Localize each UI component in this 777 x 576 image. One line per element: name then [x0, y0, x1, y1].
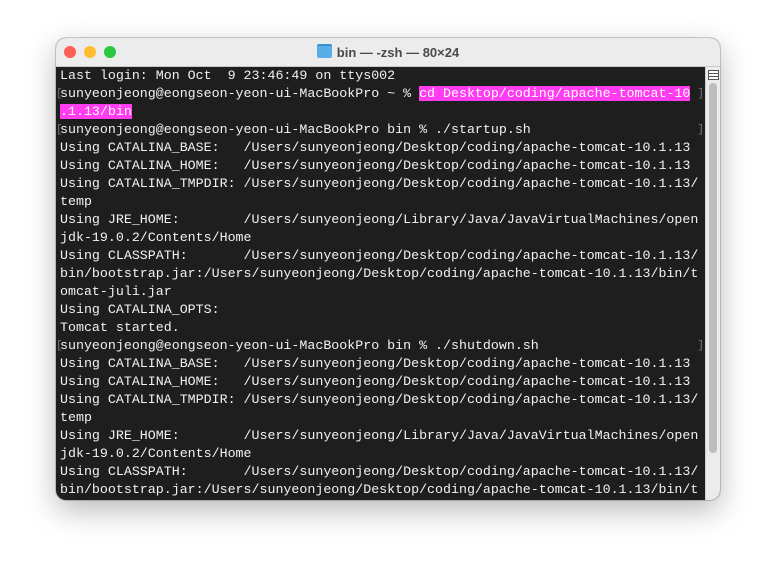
output-line: omcat-juli.jar	[60, 283, 710, 301]
line-text: sunyeonjeong@eongseon-yeon-ui-MacBookPro…	[60, 122, 531, 137]
output-line: jdk-19.0.2/Contents/Home	[60, 229, 710, 247]
output-line: temp	[60, 193, 710, 211]
line-text: Using CATALINA_TMPDIR: /Users/sunyeonjeo…	[60, 392, 699, 407]
output-line: jdk-19.0.2/Contents/Home	[60, 445, 710, 463]
line-text: Using CATALINA_TMPDIR: /Users/sunyeonjeo…	[60, 176, 699, 191]
line-text: Using CATALINA_BASE: /Users/sunyeonjeong…	[60, 140, 691, 155]
line-text: Using CATALINA_HOME: /Users/sunyeonjeong…	[60, 374, 691, 389]
prompt-line: sunyeonjeong@eongseon-yeon-ui-MacBookPro…	[56, 85, 710, 103]
output-line: Using JRE_HOME: /Users/sunyeonjeong/Libr…	[60, 211, 710, 229]
line-text: jdk-19.0.2/Contents/Home	[60, 446, 252, 461]
line-text: Using CATALINA_OPTS:	[60, 302, 220, 317]
line-text: Using CATALINA_HOME: /Users/sunyeonjeong…	[60, 158, 691, 173]
line-text: bin/bootstrap.jar:/Users/sunyeonjeong/De…	[60, 266, 699, 281]
output-line: bin/bootstrap.jar:/Users/sunyeonjeong/De…	[60, 481, 710, 499]
output-line: Last login: Mon Oct 9 23:46:49 on ttys00…	[60, 67, 710, 85]
output-line: temp	[60, 409, 710, 427]
line-text: Using CATALINA_BASE: /Users/sunyeonjeong…	[60, 356, 691, 371]
output-line: Using JRE_HOME: /Users/sunyeonjeong/Libr…	[60, 427, 710, 445]
output-line: Using CATALINA_OPTS:	[60, 301, 710, 319]
terminal-output[interactable]: Last login: Mon Oct 9 23:46:49 on ttys00…	[56, 67, 710, 500]
output-line: Using CATALINA_TMPDIR: /Users/sunyeonjeo…	[60, 175, 710, 193]
folder-icon	[316, 44, 332, 58]
line-text: jdk-19.0.2/Contents/Home	[60, 230, 252, 245]
window-title: bin — -zsh — 80×24	[56, 44, 720, 60]
prompt-line: sunyeonjeong@eongseon-yeon-ui-MacBookPro…	[56, 121, 710, 139]
output-line: Using CATALINA_TMPDIR: /Users/sunyeonjeo…	[60, 391, 710, 409]
line-text: omcat-juli.jar	[60, 284, 172, 299]
output-line: Using CATALINA_BASE: /Users/sunyeonjeong…	[60, 355, 710, 373]
output-line: Using CLASSPATH: /Users/sunyeonjeong/Des…	[60, 463, 710, 481]
output-line: Using CLASSPATH: /Users/sunyeonjeong/Des…	[60, 247, 710, 265]
scrollbar-thumb[interactable]	[709, 83, 717, 453]
output-line: Using CATALINA_HOME: /Users/sunyeonjeong…	[60, 373, 710, 391]
prompt-line: sunyeonjeong@eongseon-yeon-ui-MacBookPro…	[56, 337, 710, 355]
title-bar: bin — -zsh — 80×24	[56, 38, 720, 67]
line-text: Using CLASSPATH: /Users/sunyeonjeong/Des…	[60, 248, 699, 263]
terminal-window: bin — -zsh — 80×24 Last login: Mon Oct 9…	[56, 38, 720, 500]
line-text: Tomcat started.	[60, 320, 180, 335]
highlighted-command: .1.13/bin	[60, 104, 132, 119]
highlighted-command: cd Desktop/coding/apache-tomcat-10	[419, 86, 691, 101]
line-text: temp	[60, 410, 92, 425]
output-line: Using CATALINA_HOME: /Users/sunyeonjeong…	[60, 157, 710, 175]
line-text: Using JRE_HOME: /Users/sunyeonjeong/Libr…	[60, 212, 699, 227]
line-text: Using JRE_HOME: /Users/sunyeonjeong/Libr…	[60, 428, 699, 443]
split-pane-icon[interactable]	[708, 70, 719, 80]
scrollbar[interactable]	[705, 67, 720, 500]
line-text: sunyeonjeong@eongseon-yeon-ui-MacBookPro…	[60, 86, 420, 101]
output-line: Using CATALINA_BASE: /Users/sunyeonjeong…	[60, 139, 710, 157]
line-text: Using CLASSPATH: /Users/sunyeonjeong/Des…	[60, 464, 699, 479]
output-line: Tomcat started.	[60, 319, 710, 337]
line-text: temp	[60, 194, 92, 209]
output-line: bin/bootstrap.jar:/Users/sunyeonjeong/De…	[60, 265, 710, 283]
line-text: Last login: Mon Oct 9 23:46:49 on ttys00…	[60, 68, 396, 83]
line-text: bin/bootstrap.jar:/Users/sunyeonjeong/De…	[60, 482, 699, 497]
line-text: sunyeonjeong@eongseon-yeon-ui-MacBookPro…	[60, 338, 539, 353]
window-title-text: bin — -zsh — 80×24	[336, 45, 460, 60]
output-line: .1.13/bin	[60, 103, 710, 121]
